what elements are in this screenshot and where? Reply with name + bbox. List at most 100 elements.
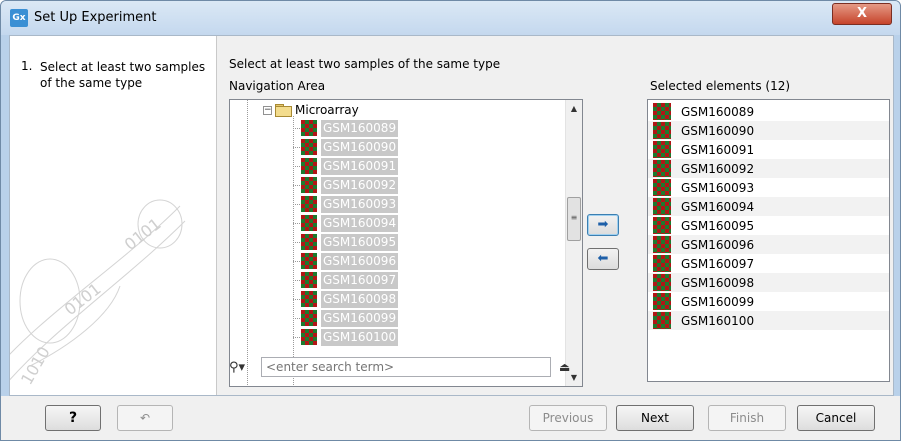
microarray-sample-icon [301, 158, 317, 174]
microarray-sample-icon [653, 141, 671, 158]
list-item[interactable]: GSM160099 [648, 292, 889, 311]
microarray-sample-icon [653, 103, 671, 120]
microarray-sample-icon [301, 253, 317, 269]
tree-item[interactable]: GSM160095 [293, 233, 399, 251]
list-item-label: GSM160091 [681, 142, 755, 157]
tree-item-label: GSM160097 [321, 271, 399, 289]
list-item-label: GSM160095 [681, 218, 755, 233]
tree-item[interactable]: GSM160091 [293, 157, 399, 175]
search-input[interactable] [261, 357, 551, 377]
search-icon[interactable]: ⚲▾ [229, 360, 245, 375]
list-item-label: GSM160097 [681, 256, 755, 271]
finish-button[interactable]: Finish [708, 405, 786, 431]
tree-item-label: GSM160096 [321, 252, 399, 270]
tree-item-label: GSM160099 [321, 309, 399, 327]
arrow-right-icon: ➡ [597, 217, 609, 232]
list-item[interactable]: GSM160089 [648, 102, 889, 121]
selected-elements-label: Selected elements (12) [650, 79, 791, 93]
list-item-label: GSM160092 [681, 161, 755, 176]
list-item-label: GSM160099 [681, 294, 755, 309]
tree-item[interactable]: GSM160089 [293, 119, 399, 137]
microarray-sample-icon [653, 217, 671, 234]
scroll-up-icon[interactable]: ▲ [566, 100, 582, 117]
tree-item[interactable]: GSM160099 [293, 309, 399, 327]
remove-from-selected-button[interactable]: ⬅ [587, 248, 619, 270]
folder-icon [275, 104, 292, 117]
list-item[interactable]: GSM160094 [648, 197, 889, 216]
tree-item-label: GSM160094 [321, 214, 399, 232]
microarray-sample-icon [301, 234, 317, 250]
step-number: 1. [21, 59, 33, 73]
microarray-sample-icon [301, 291, 317, 307]
add-to-selected-button[interactable]: ➡ [587, 214, 619, 236]
list-item-label: GSM160100 [681, 313, 755, 328]
microarray-sample-icon [653, 312, 671, 329]
microarray-sample-icon [301, 310, 317, 326]
navigation-tree[interactable]: − Microarray GSM160089 GSM160090 GSM1600… [229, 99, 583, 387]
decorative-spiral: 0101 0101 1010 [10, 199, 186, 388]
microarray-sample-icon [653, 160, 671, 177]
tree-scrollbar[interactable]: ▲ ≡ ▼ [565, 100, 582, 386]
step-label: Select at least two samples of the same … [40, 60, 206, 90]
list-item[interactable]: GSM160100 [648, 311, 889, 330]
microarray-sample-icon [301, 177, 317, 193]
microarray-sample-icon [301, 272, 317, 288]
tree-item-label: GSM160098 [321, 290, 399, 308]
reset-button[interactable]: ↶ [117, 405, 173, 431]
microarray-sample-icon [301, 139, 317, 155]
list-item[interactable]: GSM160095 [648, 216, 889, 235]
list-item[interactable]: GSM160092 [648, 159, 889, 178]
list-item[interactable]: GSM160098 [648, 273, 889, 292]
arrow-left-icon: ⬅ [597, 251, 609, 266]
scroll-thumb[interactable]: ≡ [567, 197, 581, 241]
list-item[interactable]: GSM160097 [648, 254, 889, 273]
previous-button[interactable]: Previous [529, 405, 607, 431]
microarray-sample-icon [301, 329, 317, 345]
list-item-label: GSM160089 [681, 104, 755, 119]
list-item[interactable]: GSM160090 [648, 121, 889, 140]
eject-icon[interactable]: ⏏ [559, 360, 570, 374]
list-item[interactable]: GSM160091 [648, 140, 889, 159]
dialog-window: Gx Set Up Experiment X 1. Select at leas… [0, 0, 901, 441]
microarray-sample-icon [301, 196, 317, 212]
tree-item-label: GSM160089 [321, 119, 399, 137]
microarray-sample-icon [653, 293, 671, 310]
microarray-sample-icon [653, 255, 671, 272]
dialog-content: 1. Select at least two samples of the sa… [9, 35, 894, 396]
list-item-label: GSM160093 [681, 180, 755, 195]
cancel-button[interactable]: Cancel [797, 405, 875, 431]
selected-elements-list[interactable]: GSM160089 GSM160090 GSM160091 GSM160092 … [647, 99, 890, 382]
next-button[interactable]: Next [616, 405, 694, 431]
collapse-icon[interactable]: − [263, 105, 272, 115]
tree-folder-microarray[interactable]: − Microarray [263, 102, 359, 118]
navigation-area-label: Navigation Area [229, 79, 326, 93]
tree-item[interactable]: GSM160090 [293, 138, 399, 156]
tree-item[interactable]: GSM160096 [293, 252, 399, 270]
dialog-button-bar: ? ↶ Previous Next Finish Cancel [1, 396, 900, 440]
help-button[interactable]: ? [45, 405, 101, 431]
list-item[interactable]: GSM160093 [648, 178, 889, 197]
tree-item-label: GSM160100 [321, 328, 399, 346]
tree-item[interactable]: GSM160092 [293, 176, 399, 194]
close-button[interactable]: X [832, 3, 892, 25]
tree-item[interactable]: GSM160093 [293, 195, 399, 213]
page-heading: Select at least two samples of the same … [229, 57, 501, 71]
title-bar: Gx Set Up Experiment X [1, 1, 900, 35]
undo-icon: ↶ [139, 411, 151, 425]
svg-text:0101: 0101 [61, 279, 105, 319]
tree-item[interactable]: GSM160094 [293, 214, 399, 232]
tree-item[interactable]: GSM160097 [293, 271, 399, 289]
tree-item-label: GSM160093 [321, 195, 399, 213]
list-item-label: GSM160098 [681, 275, 755, 290]
list-item-label: GSM160094 [681, 199, 755, 214]
list-item[interactable]: GSM160096 [648, 235, 889, 254]
tree-guide-line [293, 116, 294, 386]
tree-item[interactable]: GSM160100 [293, 328, 399, 346]
microarray-sample-icon [653, 122, 671, 139]
tree-item-label: GSM160092 [321, 176, 399, 194]
tree-item-label: GSM160091 [321, 157, 399, 175]
folder-label: Microarray [295, 103, 359, 117]
tree-item-label: GSM160090 [321, 138, 399, 156]
microarray-sample-icon [301, 120, 317, 136]
tree-item[interactable]: GSM160098 [293, 290, 399, 308]
